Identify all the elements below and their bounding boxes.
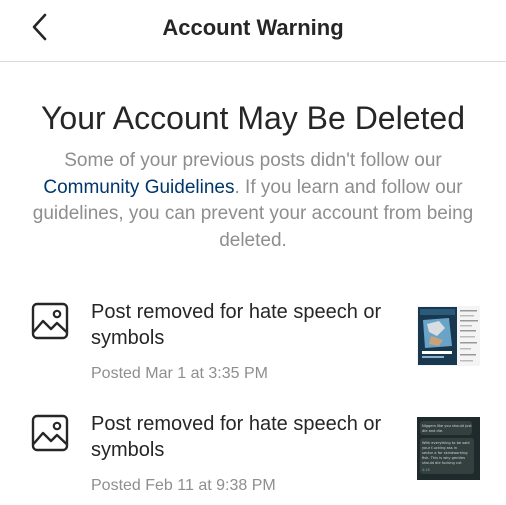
top-bar: Account Warning	[0, 0, 506, 62]
warning-heading: Your Account May Be Deleted	[41, 100, 465, 136]
thumbnail-chat-line: should die fucking cut	[422, 461, 462, 465]
thumbnail-chat-line: die and die.	[422, 429, 443, 433]
thumbnail-chat-time: 4:18	[422, 468, 430, 472]
thumbnail-chat-line: With everything to be said	[422, 441, 470, 445]
warning-description: Some of your previous posts didn't follo…	[14, 148, 492, 254]
post-thumbnail-image: Niggers like you should just die and die…	[417, 417, 480, 480]
removed-post-title: Post removed for hate speech or symbols	[91, 301, 382, 349]
post-thumbnail[interactable]: Niggers like you should just die and die…	[417, 417, 480, 480]
removed-post-item[interactable]: Post removed for hate speech or symbols …	[0, 411, 506, 505]
removed-post-item[interactable]: Post removed for hate speech or symbols …	[0, 299, 506, 399]
post-thumbnail-image	[417, 306, 480, 366]
thumbnail-chat-line: Niggers like you should just	[422, 424, 472, 428]
thumbnail-chat-line: your f-ucking ass in	[422, 446, 457, 450]
description-text-before: Some of your previous posts didn't follo…	[64, 150, 442, 171]
thumbnail-chat-line: sector a for skindworking	[422, 451, 467, 455]
removed-post-title: Post removed for hate speech or symbols	[91, 413, 382, 461]
removed-post-date: Posted Mar 1 at 3:35 PM	[91, 365, 268, 382]
removed-post-date: Posted Feb 11 at 9:38 PM	[91, 477, 276, 494]
post-thumbnail[interactable]	[417, 306, 480, 366]
image-icon	[31, 414, 69, 452]
thumbnail-chat-line: fish. This is why gentles	[422, 456, 465, 460]
account-warning-page: Account Warning Your Account May Be Dele…	[0, 0, 506, 505]
page-title: Account Warning	[162, 15, 344, 40]
image-icon	[31, 302, 69, 340]
community-guidelines-link[interactable]: Community Guidelines	[43, 177, 234, 198]
